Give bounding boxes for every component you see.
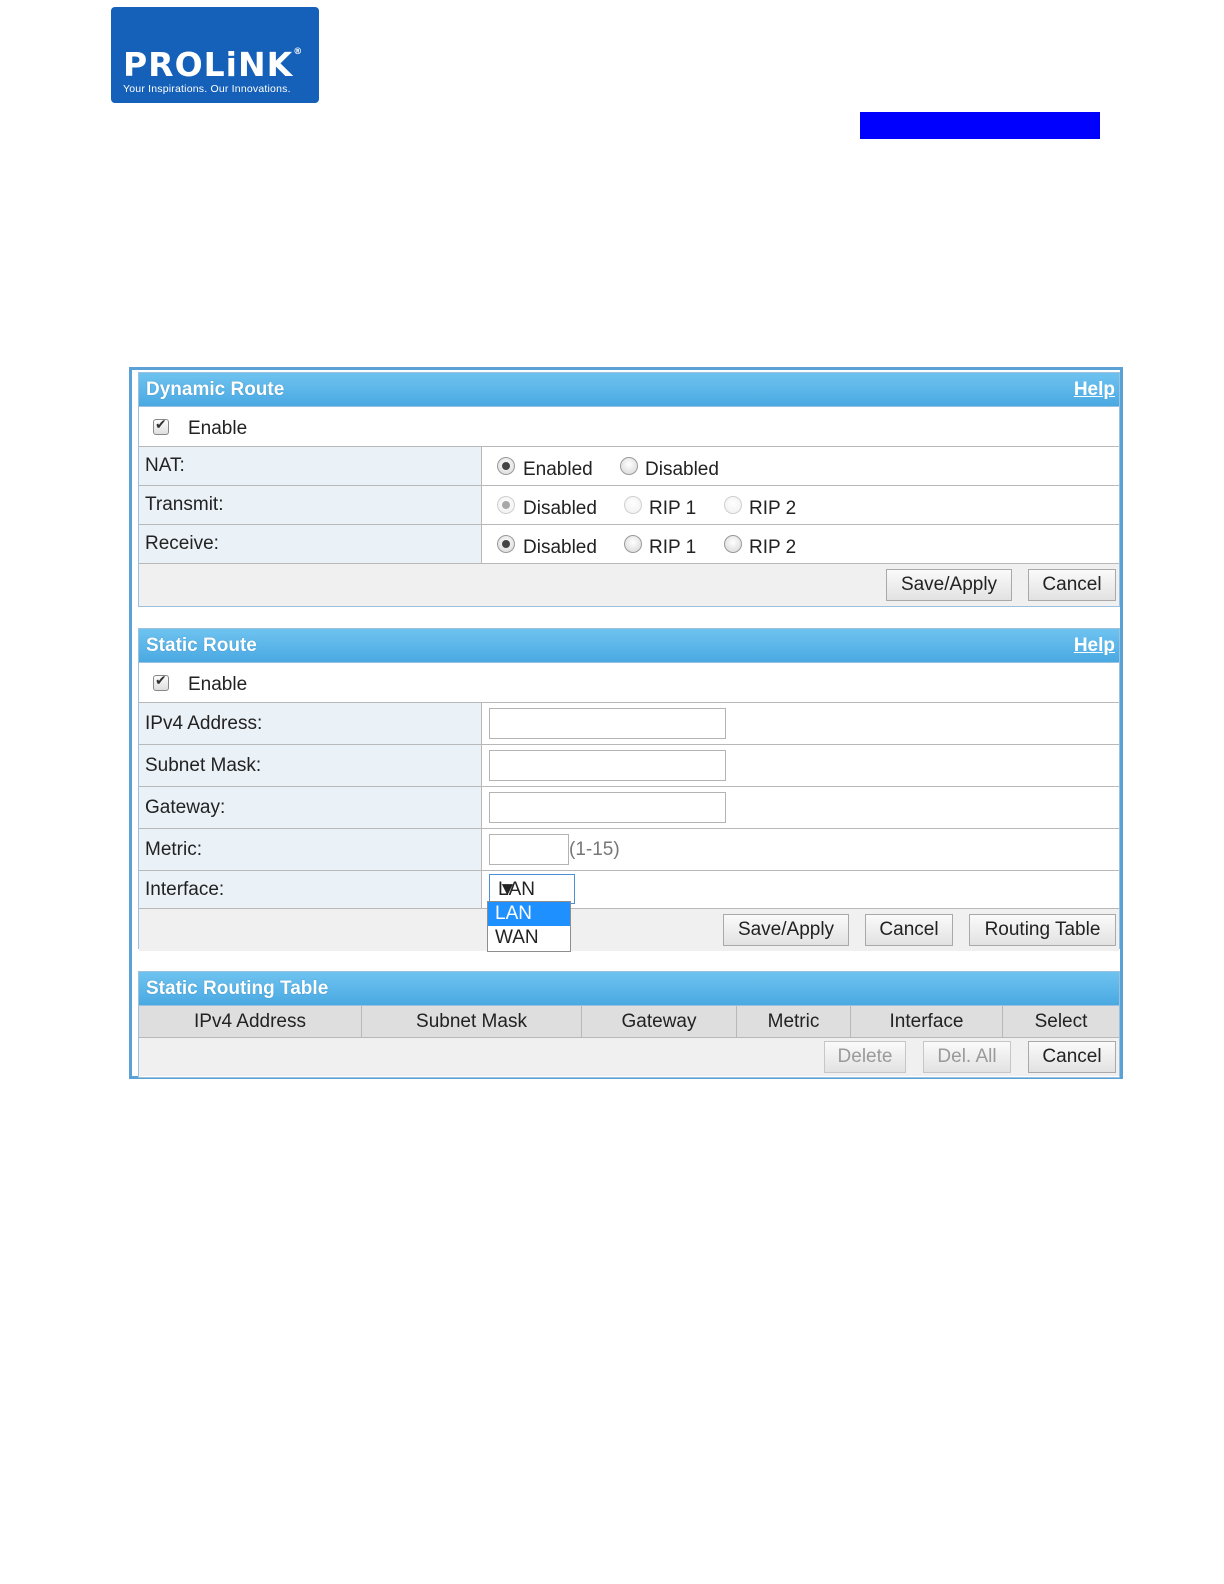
ipv4-row: IPv4 Address: bbox=[139, 703, 1119, 745]
static-route-title: Static Route bbox=[146, 635, 257, 656]
metric-label: Metric: bbox=[145, 838, 202, 860]
logo-wordmark: PROLiNK® bbox=[123, 45, 304, 84]
delete-all-button[interactable]: Del. All bbox=[923, 1041, 1011, 1073]
logo-tagline: Your Inspirations. Our Innovations. bbox=[123, 83, 291, 95]
dynamic-enable-checkbox[interactable] bbox=[153, 416, 169, 435]
dynamic-route-title: Dynamic Route bbox=[146, 379, 285, 400]
transmit-rip1-label: RIP 1 bbox=[649, 498, 697, 519]
transmit-row: Transmit: Disabled RIP 1 RIP 2 bbox=[139, 486, 1119, 525]
receive-rip1-radio[interactable] bbox=[624, 535, 642, 553]
nat-disabled-label: Disabled bbox=[645, 459, 719, 480]
metric-row: Metric: (1-15) bbox=[139, 829, 1119, 871]
dynamic-enable-label: Enable bbox=[188, 418, 248, 439]
interface-option-wan[interactable]: WAN bbox=[488, 926, 570, 950]
dropdown-arrow-icon: ▼ bbox=[498, 879, 517, 900]
interface-row: Interface: LAN ▼ bbox=[139, 871, 1119, 909]
column-gateway: Gateway bbox=[582, 1006, 737, 1037]
receive-rip2-label: RIP 2 bbox=[749, 537, 797, 558]
column-select: Select bbox=[1034, 1011, 1088, 1032]
receive-rip1-label: RIP 1 bbox=[649, 537, 697, 558]
dynamic-cancel-button[interactable]: Cancel bbox=[1028, 569, 1116, 601]
delete-button[interactable]: Delete bbox=[824, 1041, 906, 1073]
routing-table-button-row: Delete Del. All Cancel bbox=[139, 1038, 1119, 1076]
static-enable-row: Enable bbox=[139, 663, 1119, 703]
subnet-row: Subnet Mask: bbox=[139, 745, 1119, 787]
static-enable-checkbox[interactable] bbox=[153, 672, 169, 691]
gateway-label: Gateway: bbox=[145, 796, 226, 818]
transmit-rip2-label: RIP 2 bbox=[749, 498, 797, 519]
column-metric: Metric bbox=[737, 1006, 851, 1037]
dynamic-route-panel: Dynamic Route Help Enable NAT: Enabled D… bbox=[138, 372, 1120, 607]
ipv4-address-input[interactable] bbox=[489, 708, 726, 739]
dynamic-route-help-link[interactable]: Help bbox=[1074, 379, 1115, 401]
static-route-help-link[interactable]: Help bbox=[1074, 635, 1115, 657]
transmit-rip2-radio[interactable] bbox=[724, 496, 742, 514]
routing-table-button[interactable]: Routing Table bbox=[969, 914, 1116, 946]
static-routing-table-header: Static Routing Table bbox=[139, 972, 1119, 1006]
static-enable-label: Enable bbox=[188, 674, 248, 695]
column-interface: Interface bbox=[851, 1006, 1003, 1037]
column-ipv4-address: IPv4 Address bbox=[139, 1006, 362, 1037]
column-subnet-mask: Subnet Mask bbox=[362, 1006, 582, 1037]
interface-option-lan[interactable]: LAN bbox=[488, 902, 570, 926]
static-cancel-button[interactable]: Cancel bbox=[865, 914, 953, 946]
routing-table-header-row: IPv4 Address Subnet Mask Gateway Metric … bbox=[139, 1006, 1119, 1038]
static-save-apply-button[interactable]: Save/Apply bbox=[723, 914, 849, 946]
transmit-disabled-radio[interactable] bbox=[497, 496, 515, 514]
receive-rip2-radio[interactable] bbox=[724, 535, 742, 553]
nat-disabled-radio[interactable] bbox=[620, 457, 638, 475]
dynamic-enable-row: Enable bbox=[139, 407, 1119, 447]
receive-row: Receive: Disabled RIP 1 RIP 2 bbox=[139, 525, 1119, 564]
routing-config-frame: Dynamic Route Help Enable NAT: Enabled D… bbox=[129, 367, 1123, 1079]
dynamic-button-row: Save/Apply Cancel bbox=[139, 564, 1119, 606]
static-button-row: Save/Apply Cancel Routing Table bbox=[139, 909, 1119, 951]
transmit-disabled-label: Disabled bbox=[523, 498, 597, 519]
top-blue-bar bbox=[860, 112, 1100, 139]
ipv4-label: IPv4 Address: bbox=[145, 712, 263, 734]
static-route-panel: Static Route Help Enable IPv4 Address: S… bbox=[138, 628, 1120, 951]
prolink-logo: PROLiNK® Your Inspirations. Our Innovati… bbox=[111, 7, 319, 103]
static-routing-table-title: Static Routing Table bbox=[146, 978, 329, 999]
interface-label: Interface: bbox=[145, 878, 225, 900]
dynamic-route-header: Dynamic Route Help bbox=[139, 373, 1119, 407]
gateway-input[interactable] bbox=[489, 792, 726, 823]
subnet-label: Subnet Mask: bbox=[145, 754, 262, 776]
static-routing-table-panel: Static Routing Table IPv4 Address Subnet… bbox=[138, 971, 1120, 1078]
table-cancel-button[interactable]: Cancel bbox=[1028, 1041, 1116, 1073]
metric-range-hint: (1-15) bbox=[569, 839, 620, 860]
metric-input[interactable] bbox=[489, 834, 569, 865]
static-route-header: Static Route Help bbox=[139, 629, 1119, 663]
transmit-label: Transmit: bbox=[145, 494, 224, 515]
receive-disabled-radio[interactable] bbox=[497, 535, 515, 553]
nat-label: NAT: bbox=[145, 455, 185, 476]
receive-label: Receive: bbox=[145, 533, 219, 554]
gateway-row: Gateway: bbox=[139, 787, 1119, 829]
subnet-mask-input[interactable] bbox=[489, 750, 726, 781]
receive-disabled-label: Disabled bbox=[523, 537, 597, 558]
interface-select[interactable]: LAN ▼ bbox=[489, 874, 575, 904]
nat-row: NAT: Enabled Disabled bbox=[139, 447, 1119, 486]
dynamic-save-apply-button[interactable]: Save/Apply bbox=[886, 569, 1012, 601]
interface-dropdown-list: LAN WAN bbox=[487, 901, 571, 952]
nat-enabled-radio[interactable] bbox=[497, 457, 515, 475]
nat-enabled-label: Enabled bbox=[523, 459, 593, 480]
transmit-rip1-radio[interactable] bbox=[624, 496, 642, 514]
